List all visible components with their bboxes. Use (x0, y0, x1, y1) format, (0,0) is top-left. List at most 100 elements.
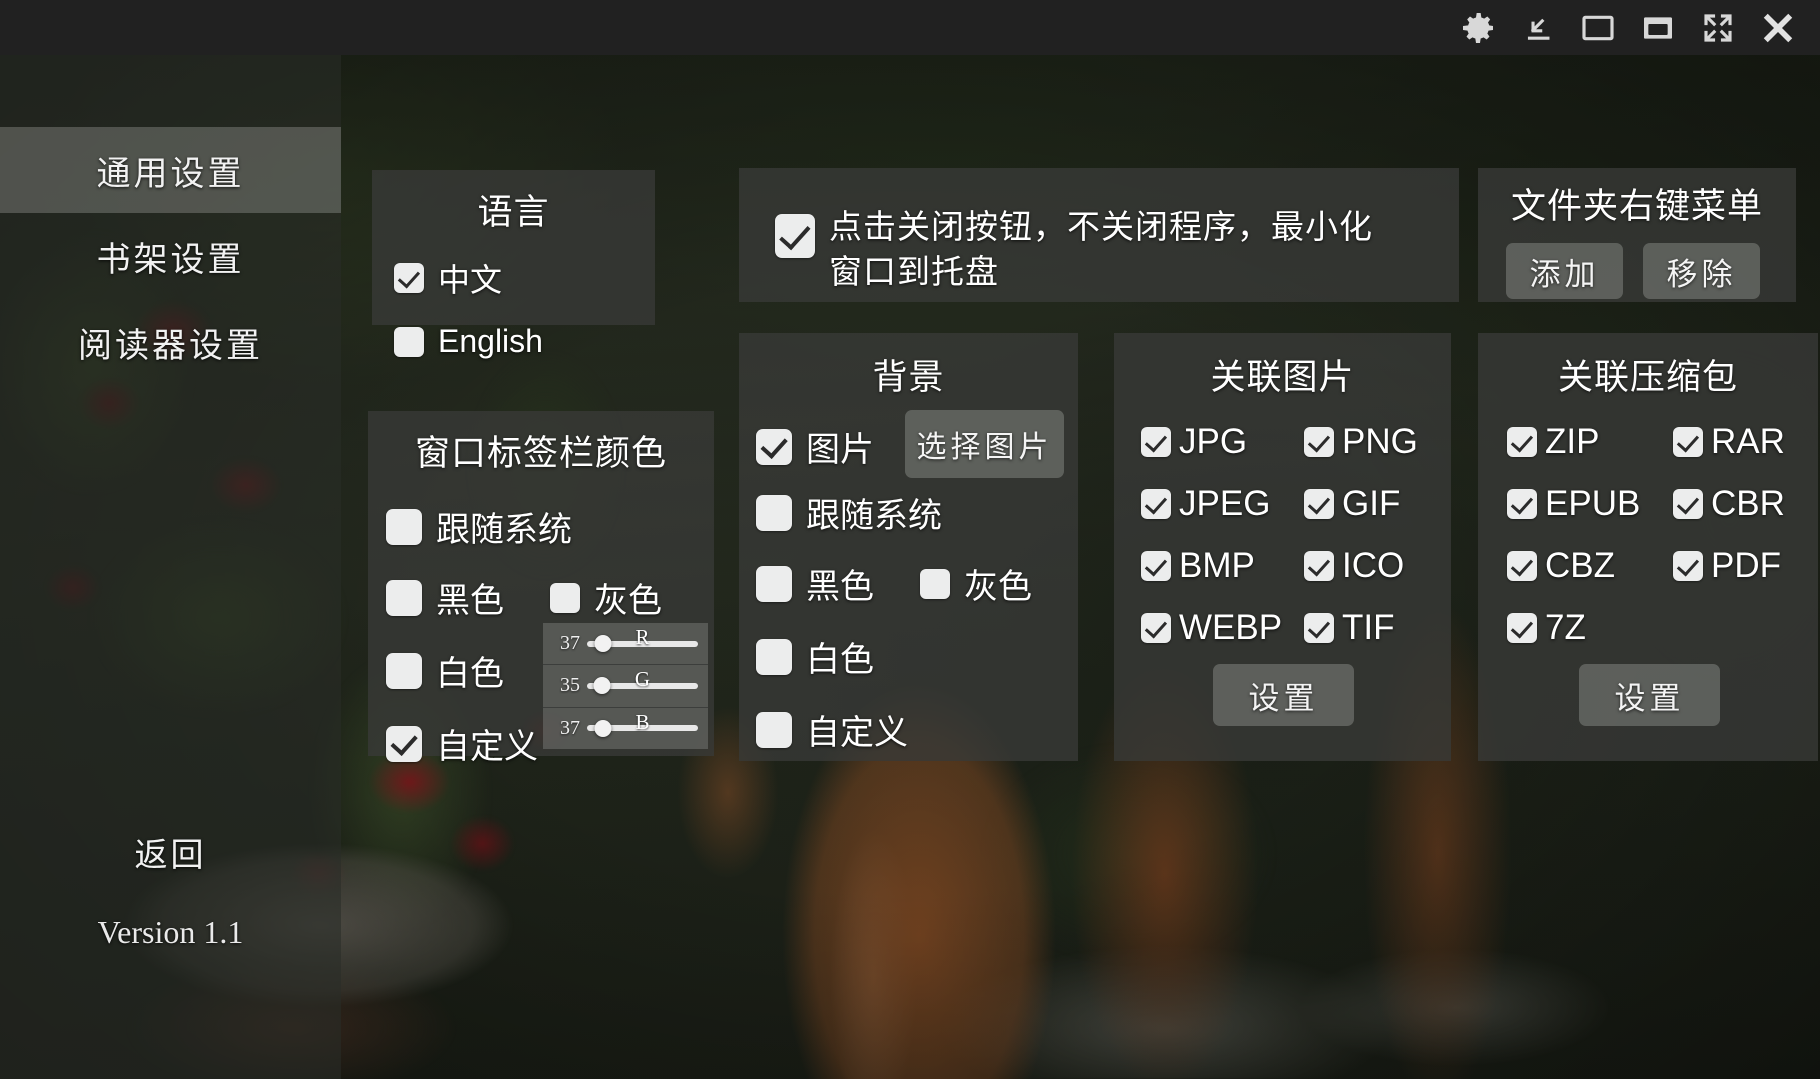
checkbox-jpeg[interactable] (1141, 489, 1171, 519)
checkbox-chinese[interactable] (394, 263, 424, 293)
image-format-jpg[interactable]: JPG (1141, 422, 1304, 462)
checkbox-rar[interactable] (1673, 427, 1703, 457)
titlebar-color-option-gray[interactable]: 灰色 (550, 573, 662, 622)
titlebar-color-option-label: 灰色 (594, 582, 662, 620)
sidebar-item-bookshelf[interactable]: 书架设置 (0, 213, 341, 299)
checkbox-cbr[interactable] (1673, 489, 1703, 519)
rgb-slider-row-r[interactable]: 37 R (543, 623, 708, 666)
checkbox-gif[interactable] (1304, 489, 1334, 519)
checkbox-english[interactable] (394, 326, 424, 357)
checkbox-webp[interactable] (1141, 613, 1171, 643)
language-option-chinese[interactable]: 中文 (394, 255, 655, 301)
image-format-webp[interactable]: WEBP (1141, 608, 1304, 648)
image-format-label: TIF (1342, 608, 1395, 647)
fullscreen-icon[interactable] (1688, 5, 1748, 51)
titlebar-color-option-label: 跟随系统 (436, 511, 572, 549)
checkbox-pdf[interactable] (1673, 551, 1703, 581)
checkbox-png[interactable] (1304, 427, 1334, 457)
archive-format-label: CBZ (1545, 546, 1615, 585)
language-option-english[interactable]: English (394, 323, 655, 360)
titlebar-color-option-system[interactable]: 跟随系统 (386, 502, 714, 551)
titlebar-color-option-black[interactable]: 黑色 (386, 573, 504, 622)
background-option-image[interactable]: 图片 (756, 422, 874, 471)
language-option-label: English (438, 323, 543, 359)
checkbox-gray[interactable] (550, 582, 580, 613)
folder-context-menu-title: 文件夹右键菜单 (1510, 187, 1763, 226)
archive-format-7z[interactable]: 7Z (1507, 608, 1673, 648)
restore-window-icon[interactable] (1568, 5, 1628, 51)
image-format-label: PNG (1342, 422, 1418, 461)
checkbox-minimize-to-tray[interactable] (775, 214, 815, 258)
rgb-slider-row-b[interactable]: 37 B (543, 708, 708, 749)
image-format-jpeg[interactable]: JPEG (1141, 484, 1304, 524)
checkbox-background-follow-system[interactable] (756, 494, 792, 531)
maximize-window-icon[interactable] (1628, 5, 1688, 51)
rgb-slider-row-g[interactable]: 35 G (543, 665, 708, 708)
background-option-system[interactable]: 跟随系统 (756, 488, 1078, 537)
checkbox-white[interactable] (386, 652, 422, 689)
rgb-thumb-g[interactable] (593, 677, 611, 695)
archive-format-label: PDF (1711, 546, 1781, 585)
image-association-settings-button[interactable]: 设置 (1213, 664, 1354, 726)
checkbox-cbz[interactable] (1507, 551, 1537, 581)
add-context-menu-button[interactable]: 添加 (1506, 243, 1623, 299)
checkbox-tif[interactable] (1304, 613, 1334, 643)
archive-format-epub[interactable]: EPUB (1507, 484, 1673, 524)
checkbox-black[interactable] (386, 579, 422, 616)
rgb-value-g: 35 (560, 674, 580, 697)
checkbox-background-image[interactable] (756, 428, 792, 465)
image-format-png[interactable]: PNG (1304, 422, 1418, 462)
sidebar-item-general[interactable]: 通用设置 (0, 127, 341, 213)
titlebar-color-title: 窗口标签栏颜色 (414, 434, 667, 473)
titlebar-color-option-label: 白色 (436, 655, 504, 693)
checkbox-custom[interactable] (386, 725, 422, 762)
archive-format-label: 7Z (1545, 608, 1586, 647)
background-option-custom[interactable]: 自定义 (756, 705, 1078, 754)
checkbox-follow-system[interactable] (386, 508, 422, 545)
archive-format-zip[interactable]: ZIP (1507, 422, 1673, 462)
checkbox-background-white[interactable] (756, 638, 792, 675)
archive-format-cbz[interactable]: CBZ (1507, 546, 1673, 586)
archive-format-label: RAR (1711, 422, 1785, 461)
archive-format-label: CBR (1711, 484, 1785, 523)
titlebar-color-option-label: 自定义 (436, 728, 538, 766)
archive-association-settings-button[interactable]: 设置 (1579, 664, 1720, 726)
checkbox-bmp[interactable] (1141, 551, 1171, 581)
checkbox-7z[interactable] (1507, 613, 1537, 643)
choose-image-button[interactable]: 选择图片 (905, 410, 1064, 478)
checkbox-background-black[interactable] (756, 565, 792, 602)
checkbox-ico[interactable] (1304, 551, 1334, 581)
sidebar-nav: 通用设置 书架设置 阅读器设置 (0, 127, 341, 385)
minimize-to-tray-option[interactable]: 点击关闭按钮，不关闭程序，最小化窗口到托盘 (775, 206, 1459, 295)
rgb-thumb-b[interactable] (594, 719, 612, 737)
back-button[interactable]: 返回 (0, 828, 341, 876)
sidebar-item-reader[interactable]: 阅读器设置 (0, 299, 341, 385)
archive-format-rar[interactable]: RAR (1673, 422, 1785, 462)
image-format-label: ICO (1342, 546, 1405, 585)
checkbox-background-gray[interactable] (920, 568, 950, 599)
background-option-white[interactable]: 白色 (756, 632, 1078, 681)
image-format-bmp[interactable]: BMP (1141, 546, 1304, 586)
checkbox-epub[interactable] (1507, 489, 1537, 519)
checkbox-jpg[interactable] (1141, 427, 1171, 457)
rgb-value-b: 37 (560, 716, 580, 739)
image-format-gif[interactable]: GIF (1304, 484, 1400, 524)
sidebar: 通用设置 书架设置 阅读器设置 返回 Version 1.1 (0, 55, 341, 1079)
minimize-to-tray-icon[interactable] (1508, 5, 1568, 51)
background-option-label: 图片 (806, 431, 874, 469)
remove-context-menu-button[interactable]: 移除 (1643, 243, 1760, 299)
archive-format-cbr[interactable]: CBR (1673, 484, 1785, 524)
image-format-tif[interactable]: TIF (1304, 608, 1394, 648)
checkbox-zip[interactable] (1507, 427, 1537, 457)
version-label: Version 1.1 (97, 914, 244, 950)
rgb-thumb-r[interactable] (594, 635, 612, 653)
background-option-black[interactable]: 黑色 (756, 559, 874, 608)
image-format-ico[interactable]: ICO (1304, 546, 1404, 586)
gear-icon[interactable] (1448, 5, 1508, 51)
image-format-label: BMP (1179, 546, 1255, 585)
archive-format-pdf[interactable]: PDF (1673, 546, 1781, 586)
background-option-gray[interactable]: 灰色 (920, 559, 1032, 608)
sidebar-footer: 返回 Version 1.1 (0, 828, 341, 951)
close-icon[interactable] (1748, 5, 1808, 51)
checkbox-background-custom[interactable] (756, 711, 792, 748)
